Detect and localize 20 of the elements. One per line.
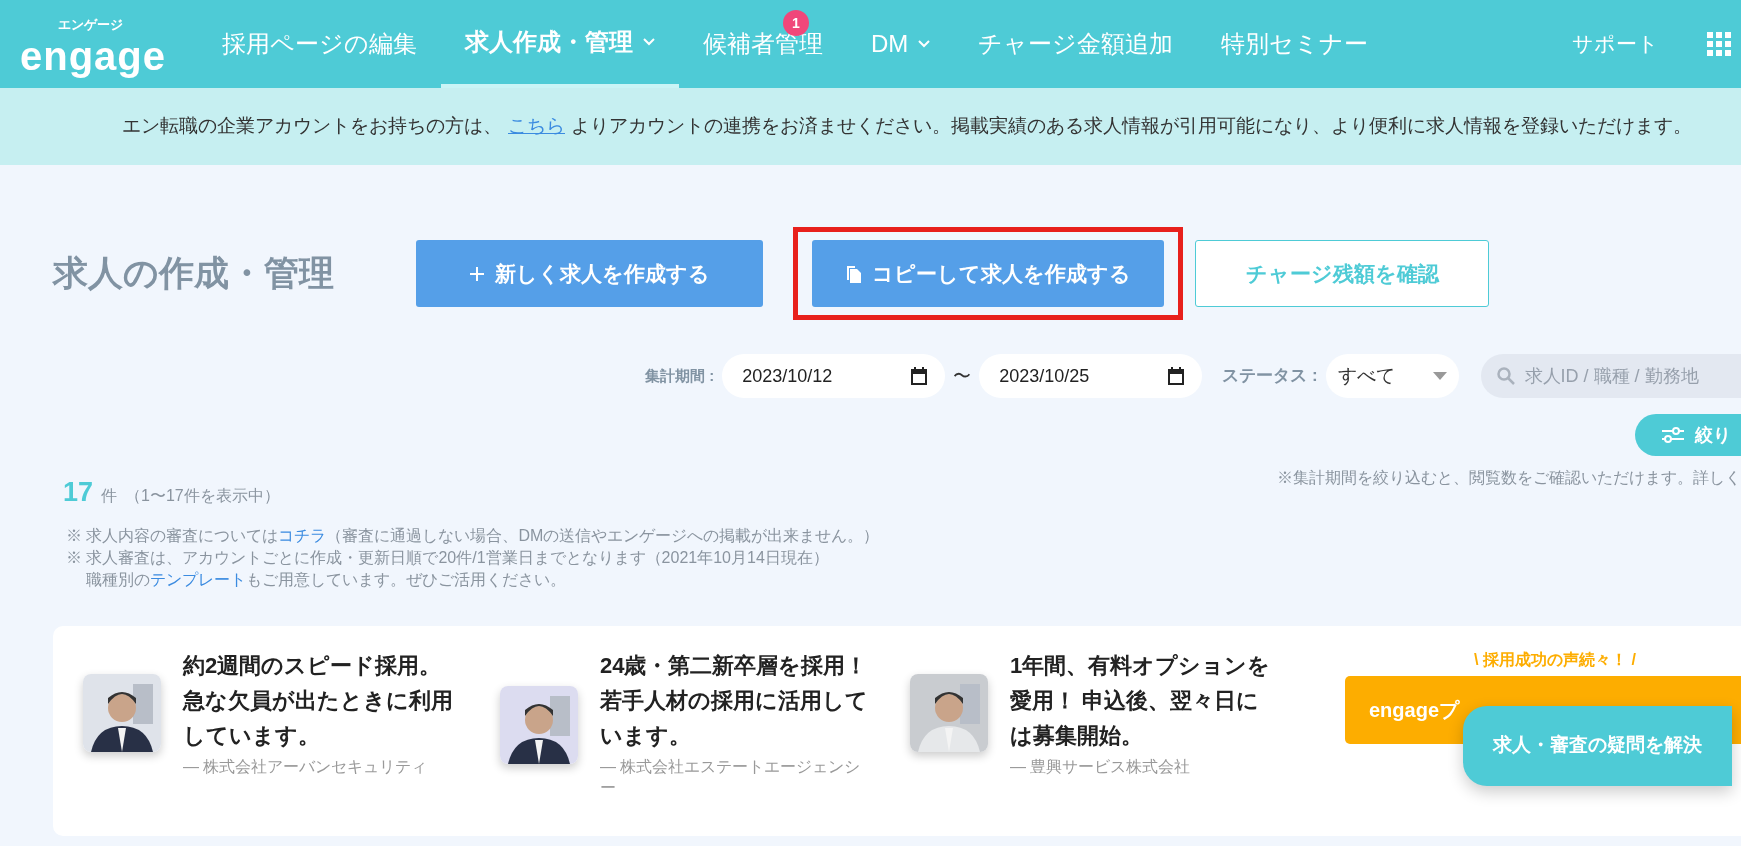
count-unit: 件 (101, 486, 118, 506)
company-name: — 豊興サービス株式会社 (1010, 757, 1192, 778)
page-title: 求人の作成・管理 (53, 252, 335, 295)
testimonial-quote: 約2週間のスピード採用。急な欠員が出たときに利用しています。 (183, 651, 454, 751)
period-note: ※集計期間を絞り込むと、閲覧数をご確認いただけます。詳しく (1277, 468, 1741, 488)
logo-caption: エンゲージ (57, 17, 123, 31)
notice-text: エン転職の企業アカウントをお持ちの方は、 こちら よりアカウントの連携をお済ませください。掲載実績のある求人情報が引用可能になり、より便利に求人情報を登録いただけます。 (122, 114, 1692, 139)
period-label: 集計期間 : (645, 365, 715, 386)
range-separator: 〜 (953, 364, 972, 388)
count-range: （1〜17件を表示中） (125, 486, 280, 506)
company-name: — 株式会社アーバンセキュリティ (183, 757, 429, 778)
note-text: ※ 求人内容の審査についてはコチラ（審査に通過しない場合、DMの送信やエンゲージへの掲載が出来ません。） (66, 525, 881, 546)
promo-tagline: \ 採用成功の声続々！ / (1474, 649, 1636, 670)
note-text: ※ 求人審査は、アカウントごとに作成・更新日順で20件/1営業日までとなります（2021年10月14日現在） (66, 547, 830, 568)
status-label: ステータス : (1222, 365, 1318, 388)
note-text: 職種別のテンプレート もご用意しています。ぜひご活用ください。 (85, 570, 567, 591)
testimonial-quote: 1年間、有料オプションを愛用！ 申込後、翌々日には募集開始。 (1010, 651, 1272, 751)
company-name: — 株式会社エステートエージェンシー (600, 757, 862, 799)
testimonial-quote: 24歳・第二新卒層を採用！若手人材の採用に活用しています。 (600, 651, 869, 751)
result-count: 17 (63, 476, 94, 509)
